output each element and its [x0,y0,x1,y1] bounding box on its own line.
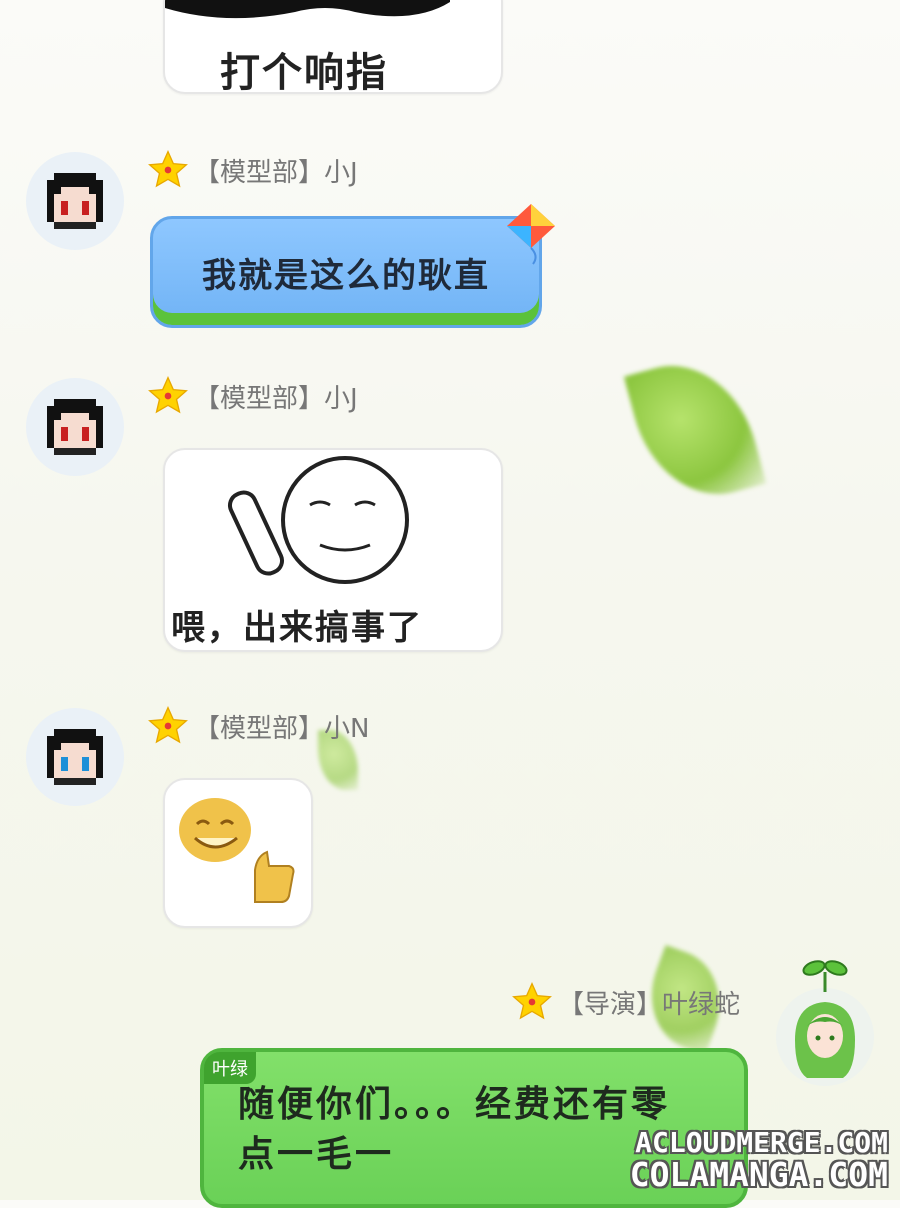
watermark: ACLOUDMERGE.COM COLAMANGA.COM [588,1126,888,1194]
sender-name-row: 【模型部】 小J [148,376,358,416]
sender-role: 【模型部】 [194,383,325,414]
green-hair-girl-avatar-icon [795,1002,855,1078]
sticker-message[interactable]: 喂，出来搞事了 [163,448,503,652]
sticker-caption: 打个响指 [220,50,388,94]
sender-role: 【模型部】 [194,713,325,744]
avatar[interactable] [26,708,124,806]
sender-name-row: 【模型部】 小N [148,706,369,746]
pixel-avatar-icon [47,399,103,455]
sender-name: 小J [324,383,358,414]
avatar[interactable] [776,988,874,1086]
sticker-message[interactable]: 打个响指 [163,0,503,94]
message-text: 我就是这么的耿直 [202,255,490,296]
sticker-message[interactable] [163,778,313,928]
meme-face-image [165,0,450,19]
sprout-icon [802,960,848,992]
sender-name: 小J [324,157,358,188]
sender-name-row: 【模型部】 小J [148,150,358,190]
star-badge-icon [148,150,188,188]
sender-role: 【导演】 [558,989,663,1020]
star-badge-icon [148,706,188,744]
meme-phone-face-image [227,456,409,584]
sender-role: 【模型部】 [194,157,325,188]
sender-name: 小N [324,713,370,744]
star-badge-icon [148,376,188,414]
avatar[interactable] [26,152,124,250]
chat-bubble[interactable]: 我就是这么的耿直 [150,216,542,328]
sticker-caption: 喂，出来搞事了 [171,608,423,648]
pixel-avatar-icon [47,173,103,229]
pixel-avatar-icon [47,729,103,785]
sender-name-row: 【导演】 叶绿蛇 [512,982,740,1022]
kite-icon [507,204,555,265]
sender-name: 叶绿蛇 [662,989,741,1020]
avatar[interactable] [26,378,124,476]
leaf-decoration [623,348,767,512]
star-badge-icon [512,982,552,1020]
watermark-line2: COLAMANGA.COM [629,1155,888,1194]
thumbs-up-smiley-image [179,798,295,903]
